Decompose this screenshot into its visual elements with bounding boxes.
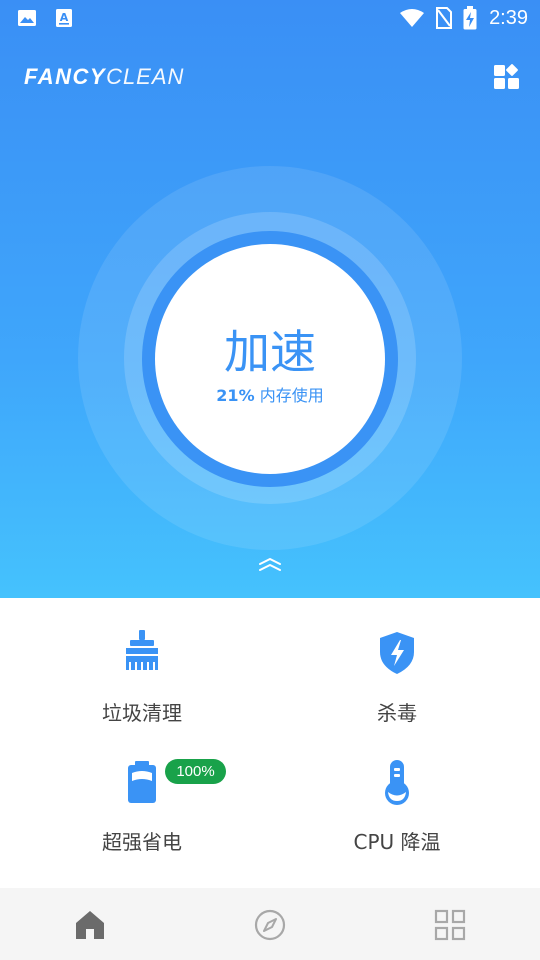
thermometer-icon xyxy=(385,760,409,805)
shield-bolt-icon xyxy=(380,632,414,674)
cpu-cooling-label: CPU 降温 xyxy=(353,830,441,854)
status-bar: A 2:39 xyxy=(0,0,540,36)
junk-clean-label: 垃圾清理 xyxy=(102,701,182,725)
memory-label: 内存使用 xyxy=(259,386,324,405)
boost-button[interactable]: 加速 21% 内存使用 xyxy=(155,244,385,474)
double-chevron-up-icon[interactable] xyxy=(257,556,283,572)
apps-grid-icon[interactable] xyxy=(493,64,521,92)
app-logo: FANCYCLEAN xyxy=(24,64,184,90)
a-notification-icon: A xyxy=(56,9,72,27)
power-saving-label: 超强省电 xyxy=(102,830,182,854)
logo-bold-text: FANCY xyxy=(24,64,107,89)
grid-icon[interactable] xyxy=(433,908,467,942)
broom-icon xyxy=(126,630,158,670)
home-icon[interactable] xyxy=(73,908,107,942)
battery-icon xyxy=(128,761,156,803)
svg-text:A: A xyxy=(60,11,69,24)
battery-level-badge: 100% xyxy=(165,759,226,784)
antivirus-button[interactable]: 杀毒 xyxy=(297,630,497,740)
logo-light-text: CLEAN xyxy=(106,64,185,89)
memory-percent: 21% xyxy=(216,386,255,405)
wifi-icon xyxy=(400,9,425,27)
clock: 2:39 xyxy=(489,6,528,29)
boost-title: 加速 xyxy=(224,325,316,379)
system-status-icons: 2:39 xyxy=(399,6,528,30)
battery-charging-icon xyxy=(463,6,477,30)
junk-clean-button[interactable]: 垃圾清理 xyxy=(42,630,242,740)
bottom-navigation xyxy=(0,888,540,960)
image-notification-icon xyxy=(18,10,36,26)
memory-usage: 21% 内存使用 xyxy=(155,382,385,406)
compass-icon[interactable] xyxy=(253,908,287,942)
notification-icons: A xyxy=(17,8,73,28)
cpu-cooling-button[interactable]: CPU 降温 xyxy=(297,759,497,869)
antivirus-label: 杀毒 xyxy=(377,701,417,725)
no-sim-icon xyxy=(436,7,453,29)
